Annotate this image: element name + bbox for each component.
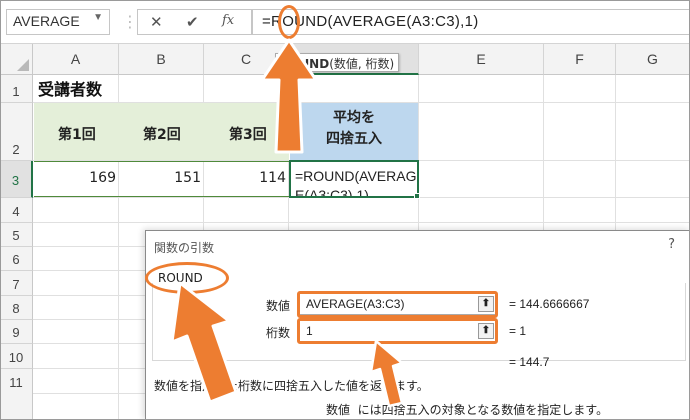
formula-buttons: ✕ ✔ fx <box>137 9 252 35</box>
formula-input[interactable]: =ROUND(AVERAGE(A3:C3),1) <box>252 9 690 35</box>
fill-handle[interactable] <box>414 193 420 199</box>
sheet-title-cell[interactable]: 受講者数 <box>38 76 102 100</box>
name-box[interactable]: AVERAGE ▼ <box>6 9 110 35</box>
column-header-f[interactable]: F <box>544 44 616 75</box>
arg2-label: 桁数 <box>266 326 291 340</box>
header-cell-c2[interactable]: 第3回 <box>229 124 267 144</box>
row-header-7[interactable]: 7 <box>0 271 33 296</box>
column-header-g[interactable]: G <box>616 44 690 75</box>
cell-a3[interactable]: 169 <box>40 170 116 186</box>
formula-result: = 144.7 <box>509 355 550 369</box>
column-header-a[interactable]: A <box>33 44 119 75</box>
row-header-11[interactable]: 11 <box>0 369 33 420</box>
row-header-3[interactable]: 3 <box>0 161 33 198</box>
function-description: 数値を指定した桁数に四捨五入した値を返します。 <box>154 379 429 393</box>
row-header-10[interactable]: 10 <box>0 344 33 369</box>
chevron-down-icon[interactable]: ▼ <box>93 12 103 23</box>
row-header-6[interactable]: 6 <box>0 247 33 271</box>
arg1-result: = 144.6666667 <box>509 297 590 311</box>
arg2-result: = 1 <box>509 324 527 338</box>
formula-bar: AVERAGE ▼ ⋮ ✕ ✔ fx =ROUND(AVERAGE(A3:C3)… <box>0 0 690 44</box>
insert-function-icon[interactable]: fx <box>222 13 234 28</box>
tooltip-args: (数値, 桁数) <box>329 57 395 71</box>
cell-c3[interactable]: 114 <box>210 170 286 186</box>
header-cell-b2[interactable]: 第2回 <box>143 124 181 144</box>
arg1-highlight <box>297 291 498 318</box>
active-cell-d3[interactable]: =ROUND(AVERAGE(A3:C3),1) <box>289 160 419 198</box>
header-d2-line1: 平均を <box>333 110 375 126</box>
header-d2-line2: 四捨五入 <box>326 131 382 147</box>
column-header-e[interactable]: E <box>419 44 544 75</box>
argument-help-text: には四捨五入の対象となる数値を指定します。 <box>357 403 609 417</box>
cell-b3[interactable]: 151 <box>126 170 201 186</box>
header-cell-d2-text: 平均を 四捨五入 <box>290 108 418 150</box>
cancel-icon[interactable]: ✕ <box>150 13 163 31</box>
select-all-corner[interactable] <box>0 44 33 75</box>
function-tooltip: ROUND(数値, 桁数) <box>275 53 399 72</box>
function-name-highlight <box>145 262 229 294</box>
arg2-highlight <box>297 318 498 344</box>
header-cell-a2[interactable]: 第1回 <box>58 124 96 144</box>
help-icon[interactable]: ? <box>668 237 675 252</box>
row-header-2[interactable]: 2 <box>0 103 33 161</box>
row-header-8[interactable]: 8 <box>0 296 33 320</box>
row-header-4[interactable]: 4 <box>0 198 33 223</box>
name-box-value: AVERAGE <box>13 13 80 29</box>
argument-help-name: 数値 <box>326 403 351 417</box>
column-header-b[interactable]: B <box>119 44 204 75</box>
dialog-title: 関数の引数 <box>154 241 215 255</box>
row-header-5[interactable]: 5 <box>0 223 33 247</box>
arg1-label: 数値 <box>266 299 291 313</box>
row-header-1[interactable]: 1 <box>0 75 33 103</box>
formula-cursor-highlight <box>278 5 300 39</box>
formula-bar-grip-icon: ⋮ <box>122 12 138 31</box>
grid-line <box>33 222 690 223</box>
argument-help: 数値 には四捨五入の対象となる数値を指定します。 <box>326 401 608 418</box>
enter-icon[interactable]: ✔ <box>186 13 199 31</box>
tooltip-function-name[interactable]: ROUND <box>280 57 329 71</box>
row-header-9[interactable]: 9 <box>0 320 33 344</box>
